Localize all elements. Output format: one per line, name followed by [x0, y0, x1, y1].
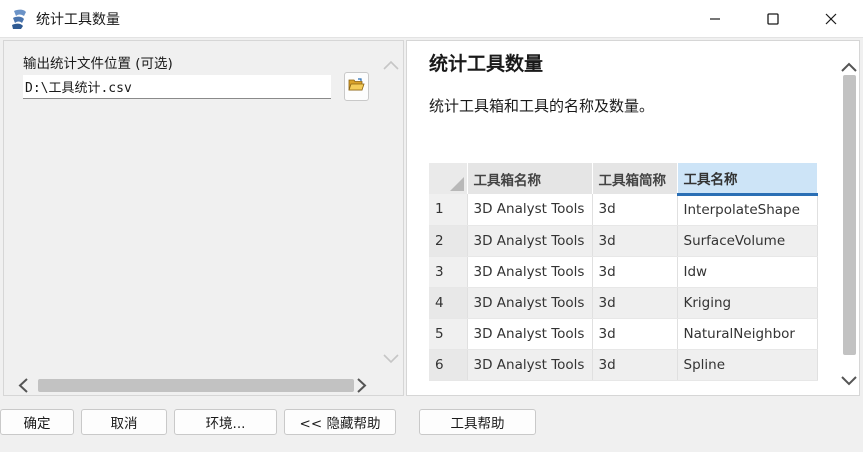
minimize-icon: [709, 13, 721, 25]
help-description: 统计工具箱和工具的名称及数量。: [429, 97, 655, 115]
toolbox-cell: 3D Analyst Tools: [467, 256, 593, 288]
maximize-button[interactable]: [744, 0, 802, 38]
environments-button[interactable]: 环境...: [174, 409, 277, 435]
scroll-down-icon[interactable]: [841, 371, 857, 390]
help-title: 统计工具数量: [429, 53, 544, 75]
table-row[interactable]: 6 3D Analyst Tools 3d Spline: [429, 349, 818, 381]
left-vertical-scrollbar[interactable]: [381, 49, 401, 371]
scroll-right-icon[interactable]: [357, 378, 367, 397]
close-icon: [825, 13, 837, 25]
tool-cell: Idw: [677, 256, 818, 288]
horizontal-scroll-thumb[interactable]: [38, 379, 354, 392]
close-button[interactable]: [802, 0, 860, 38]
column-header-toolbox-alias[interactable]: 工具箱简称: [592, 163, 678, 194]
maximize-icon: [767, 13, 779, 25]
tool-cell: Spline: [677, 349, 818, 381]
alias-cell: 3d: [592, 225, 678, 257]
folder-open-icon: [348, 77, 365, 96]
table-header-row: 工具箱名称 工具箱简称 工具名称: [429, 163, 818, 196]
table-corner-cell[interactable]: [429, 163, 468, 194]
table-row[interactable]: 2 3D Analyst Tools 3d SurfaceVolume: [429, 225, 818, 257]
toolbox-cell: 3D Analyst Tools: [467, 287, 593, 319]
tool-cell: Kriging: [677, 287, 818, 319]
alias-cell: 3d: [592, 256, 678, 288]
vertical-scroll-thumb[interactable]: [843, 75, 856, 355]
browse-button[interactable]: [344, 72, 369, 101]
cancel-button[interactable]: 取消: [81, 409, 167, 435]
table-row[interactable]: 4 3D Analyst Tools 3d Kriging: [429, 287, 818, 319]
scroll-up-icon[interactable]: [383, 55, 399, 74]
column-header-toolbox-name[interactable]: 工具箱名称: [467, 163, 593, 194]
app-icon: [10, 8, 30, 30]
alias-cell: 3d: [592, 194, 678, 226]
tool-cell: NaturalNeighbor: [677, 318, 818, 350]
toolbox-cell: 3D Analyst Tools: [467, 225, 593, 257]
parameters-pane: 输出统计文件位置 (可选): [3, 40, 404, 396]
row-index: 6: [429, 349, 468, 381]
table-row[interactable]: 5 3D Analyst Tools 3d NaturalNeighbor: [429, 318, 818, 350]
window-title: 统计工具数量: [36, 12, 120, 28]
toolbox-cell: 3D Analyst Tools: [467, 349, 593, 381]
scroll-down-icon[interactable]: [383, 349, 399, 368]
help-pane: 统计工具数量 统计工具箱和工具的名称及数量。 工具箱名称 工具箱简称 工具名称 …: [406, 40, 860, 396]
tools-table: 工具箱名称 工具箱简称 工具名称 1 3D Analyst Tools 3d I…: [429, 163, 818, 381]
table-row[interactable]: 1 3D Analyst Tools 3d InterpolateShape: [429, 194, 818, 226]
row-index: 2: [429, 225, 468, 257]
row-index: 5: [429, 318, 468, 350]
left-horizontal-scrollbar[interactable]: [14, 375, 376, 395]
toolbox-cell: 3D Analyst Tools: [467, 318, 593, 350]
scroll-up-icon[interactable]: [841, 57, 857, 76]
tool-help-button[interactable]: 工具帮助: [419, 409, 536, 435]
tool-cell: SurfaceVolume: [677, 225, 818, 257]
output-path-label: 输出统计文件位置 (可选): [23, 56, 173, 72]
row-index: 4: [429, 287, 468, 319]
title-bar: 统计工具数量: [0, 0, 863, 38]
output-path-input[interactable]: [23, 75, 331, 99]
row-index: 3: [429, 256, 468, 288]
table-row[interactable]: 3 3D Analyst Tools 3d Idw: [429, 256, 818, 288]
help-vertical-scrollbar[interactable]: [839, 41, 859, 395]
ok-button[interactable]: 确定: [0, 409, 74, 435]
scroll-left-icon[interactable]: [18, 378, 28, 397]
minimize-button[interactable]: [686, 0, 744, 38]
hide-help-button[interactable]: << 隐藏帮助: [284, 409, 396, 435]
toolbox-cell: 3D Analyst Tools: [467, 194, 593, 226]
row-index: 1: [429, 194, 468, 226]
alias-cell: 3d: [592, 349, 678, 381]
tool-cell: InterpolateShape: [677, 194, 818, 226]
column-header-tool-name[interactable]: 工具名称: [677, 163, 818, 196]
alias-cell: 3d: [592, 287, 678, 319]
alias-cell: 3d: [592, 318, 678, 350]
